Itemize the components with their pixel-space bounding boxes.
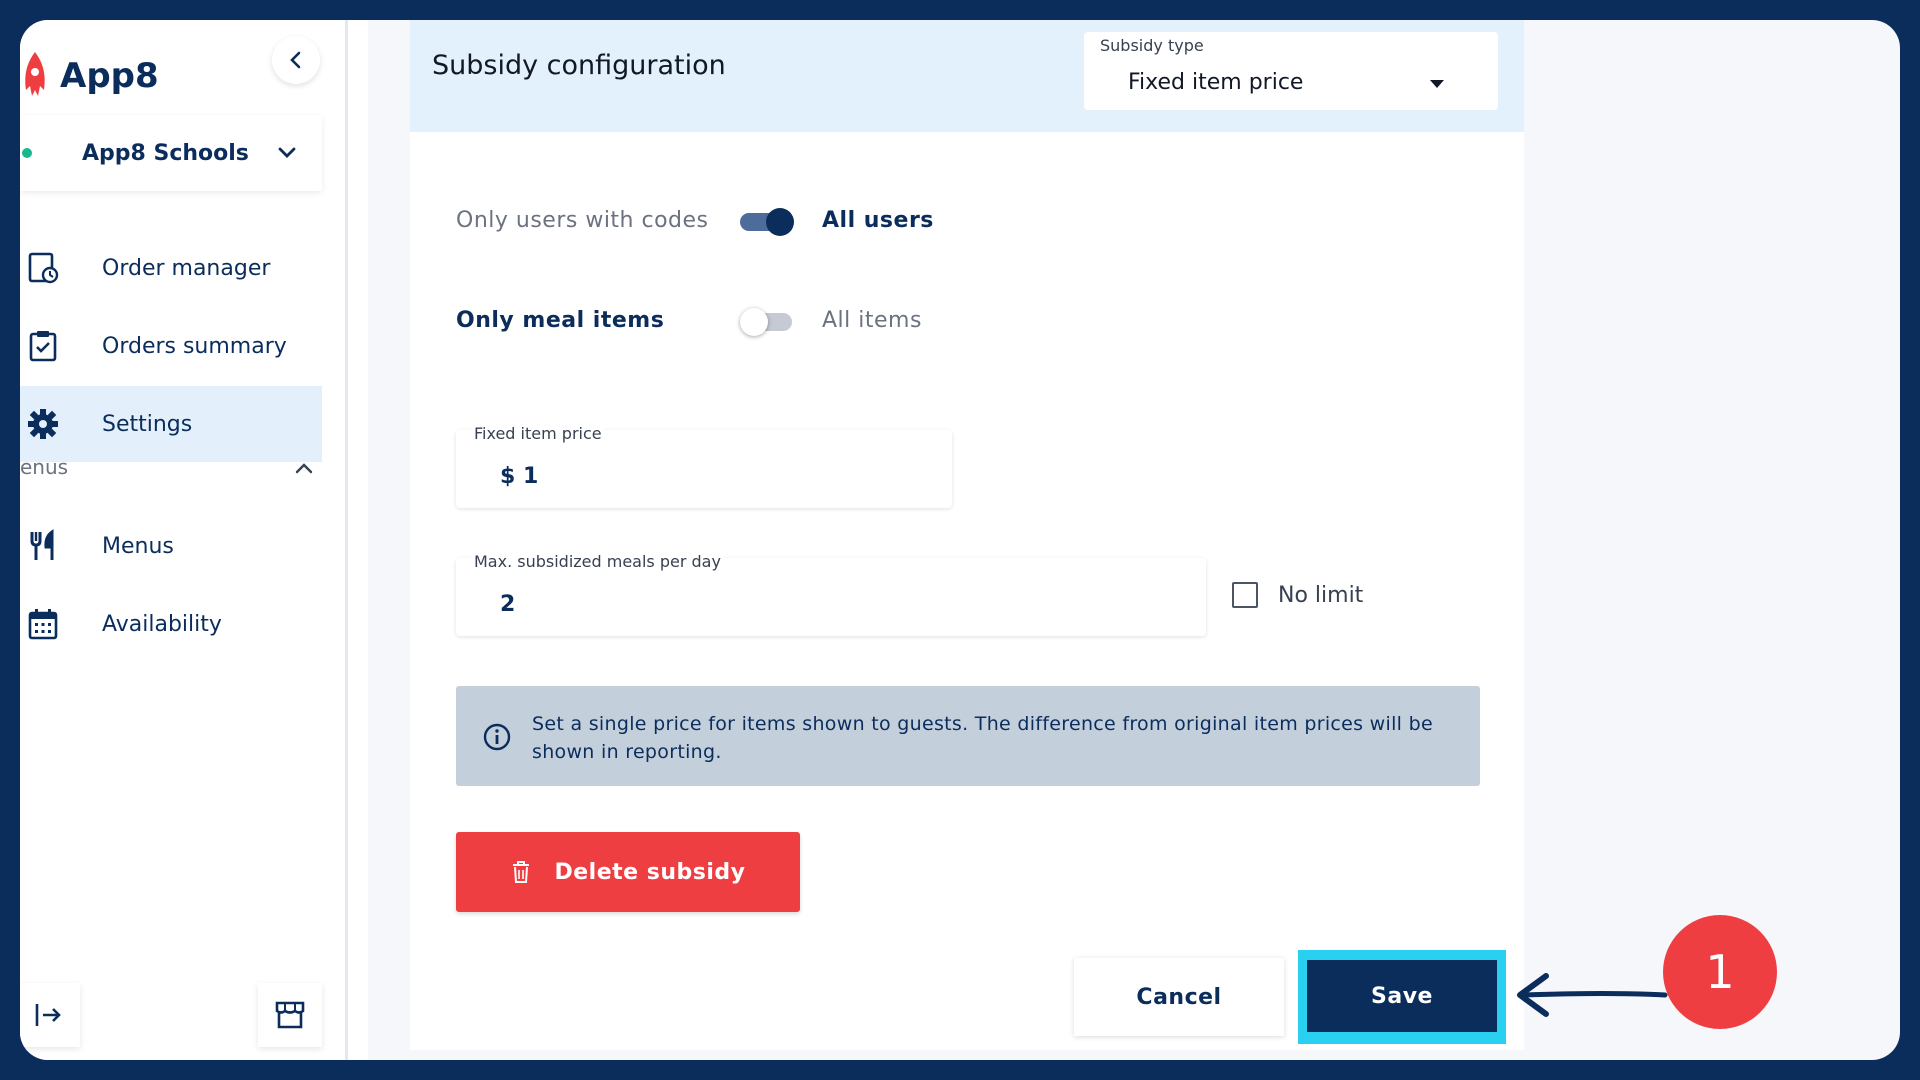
subsidy-card: Subsidy configuration Subsidy type Fixed… [410,20,1524,1050]
calendar-icon [28,609,58,640]
organization-selector[interactable]: App8 Schools [20,115,322,191]
fixed-price-input[interactable]: $ 1 [500,464,800,489]
section-label-menus: enus [20,455,69,479]
info-text: Set a single price for items shown to gu… [532,713,1433,763]
chevron-down-icon [278,147,296,158]
clipboard-check-icon [29,331,57,362]
store-button[interactable] [258,983,322,1047]
gear-icon [28,409,58,439]
max-meals-input[interactable]: 2 [500,592,800,617]
collapse-sidebar-button[interactable] [272,36,320,84]
max-meals-field[interactable]: Max. subsidized meals per day 2 [456,552,1206,636]
users-toggle-switch[interactable] [740,207,794,236]
sidebar-item-label: Order manager [102,255,271,281]
fork-knife-icon [30,529,54,560]
sidebar-item-availability[interactable]: Availability [20,586,322,662]
card-title: Subsidy configuration [432,50,726,81]
pointer-arrow-icon [1517,973,1668,1017]
fixed-price-label: Fixed item price [472,424,604,443]
info-banner: Set a single price for items shown to gu… [456,686,1480,786]
no-limit-label: No limit [1278,582,1364,608]
store-icon [275,1001,305,1029]
delete-subsidy-button[interactable]: Delete subsidy [456,832,800,912]
step-number-badge: 1 [1663,915,1777,1029]
app-frame: App8 App8 Schools Order manager Orders s… [20,20,1900,1060]
toggle-option-all-users: All users [822,208,934,233]
content-gutter [348,20,368,1060]
logout-button[interactable] [20,983,80,1047]
chevron-up-icon[interactable] [292,457,316,481]
max-meals-label: Max. subsidized meals per day [472,552,723,571]
card-header: Subsidy configuration Subsidy type Fixed… [410,20,1524,132]
dropdown-caret-icon [1430,80,1444,88]
subsidy-type-value: Fixed item price [1128,70,1304,95]
sidebar-item-menus[interactable]: Menus [20,508,322,584]
organization-name: App8 Schools [82,140,249,166]
subsidy-type-select[interactable]: Subsidy type Fixed item price [1084,32,1498,110]
sidebar-item-label: Settings [102,411,193,437]
app-logo[interactable]: App8 [20,50,159,102]
logout-icon [35,1004,61,1026]
items-toggle-row: Only meal items All items [456,307,922,336]
save-button[interactable]: Save [1307,960,1497,1032]
no-limit-checkbox[interactable] [1232,582,1258,608]
sidebar: App8 App8 Schools Order manager Orders s… [20,20,348,1060]
items-toggle-switch[interactable] [740,307,792,336]
sidebar-item-settings[interactable]: Settings [20,386,322,462]
sidebar-item-order-manager[interactable]: Order manager [20,230,322,306]
toggle-option-meal-items: Only meal items [456,308,665,333]
app-name: App8 [60,56,159,96]
toggle-option-all-items: All items [822,308,922,333]
users-toggle-row: Only users with codes All users [456,207,934,236]
cancel-button[interactable]: Cancel [1074,958,1284,1036]
sidebar-item-label: Orders summary [102,333,287,359]
sidebar-item-label: Menus [102,533,174,559]
subsidy-type-label: Subsidy type [1100,36,1204,55]
receipt-clock-icon [28,252,59,284]
sidebar-item-orders-summary[interactable]: Orders summary [20,308,322,384]
status-dot [22,148,32,158]
toggle-option-codes: Only users with codes [456,208,709,233]
fixed-price-field[interactable]: Fixed item price $ 1 [456,424,952,508]
sidebar-item-label: Availability [102,611,222,637]
info-icon [483,723,511,751]
chevron-left-icon [290,51,301,69]
no-limit-option[interactable]: No limit [1232,582,1363,608]
rocket-logo-icon [25,52,45,96]
trash-icon [512,861,529,883]
delete-subsidy-label: Delete subsidy [554,859,746,885]
